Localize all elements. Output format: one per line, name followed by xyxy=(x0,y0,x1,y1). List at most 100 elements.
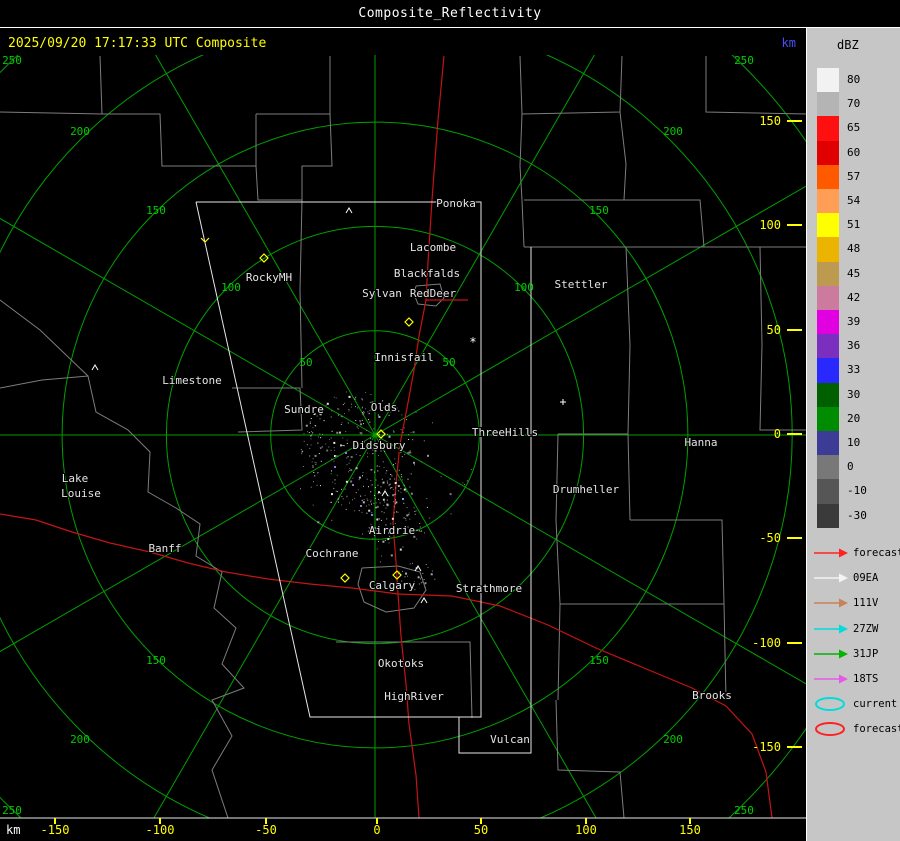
dbz-swatch xyxy=(817,334,839,359)
city-label: Airdrie xyxy=(369,524,415,537)
caret-symbol xyxy=(91,364,99,371)
dbz-swatch xyxy=(817,479,839,504)
bottom-axis-tick-label: 100 xyxy=(575,823,597,837)
dbz-swatch xyxy=(817,213,839,238)
city-label: Innisfail xyxy=(374,351,434,364)
dbz-swatch xyxy=(817,358,839,383)
city-label: Strathmore xyxy=(456,582,522,595)
city-label: ThreeHills xyxy=(472,426,538,439)
range-ring-label: 200 xyxy=(663,733,683,746)
map-content: 250 200 150 100 50 250 200 150 100 50 150 200 250 150… xyxy=(0,54,806,837)
dbz-swatch xyxy=(817,310,839,335)
range-ring-label: 150 xyxy=(589,204,609,217)
dbz-value-label: 36 xyxy=(847,339,861,353)
legend-panel: dBZ 80 70 65 60 57 54 51 48 45 42 39 36 33 30 20 10 0 -10… xyxy=(806,28,900,841)
city-label: Limestone xyxy=(162,374,222,387)
dbz-swatch xyxy=(817,68,839,93)
track-label: forecast xyxy=(853,723,900,736)
right-axis-tick-label: -50 xyxy=(759,531,781,545)
dbz-swatch xyxy=(817,406,839,431)
dbz-value-label: 48 xyxy=(847,242,861,256)
highway-lines xyxy=(0,55,773,818)
dbz-value-label: 45 xyxy=(847,266,861,280)
right-axis-tick-label: 150 xyxy=(759,114,781,128)
bottom-axis-tick-label: 50 xyxy=(474,823,488,837)
track-arrow-icon xyxy=(814,573,848,583)
bottom-axis-tick-label: -150 xyxy=(41,823,70,837)
track-legend-row: 27ZW xyxy=(813,621,878,637)
range-ring-label: 250 xyxy=(734,54,754,67)
city-label: Banff xyxy=(148,542,181,555)
track-label: 111V xyxy=(853,597,879,610)
km-unit-bottom-label: km xyxy=(6,823,20,837)
dbz-swatch xyxy=(817,237,839,262)
coverage-sector-outlines xyxy=(195,201,532,754)
dbz-value-label: -10 xyxy=(847,484,867,498)
dbz-swatch xyxy=(817,503,839,528)
radar-echoes xyxy=(300,391,473,591)
dbz-value-label: 39 xyxy=(847,315,861,328)
track-label: forecast xyxy=(853,547,900,559)
track-legend-row: 31JP xyxy=(813,646,878,662)
range-ring-label: 100 xyxy=(514,281,534,294)
city-label: Olds xyxy=(371,401,398,414)
dbz-value-label: 42 xyxy=(847,290,861,304)
dbz-swatch xyxy=(817,92,839,117)
dbz-value-label: 10 xyxy=(847,436,861,449)
range-ring-label: 250 xyxy=(734,804,754,817)
dbz-swatch xyxy=(817,116,839,141)
dbz-swatch xyxy=(817,164,839,189)
range-ring-label: 200 xyxy=(663,125,683,138)
city-label: Calgary xyxy=(369,579,416,592)
right-axis-tick-label: 0 xyxy=(774,427,781,441)
title-bar: Composite_Reflectivity xyxy=(0,0,900,28)
range-ring-label: 50 xyxy=(299,356,312,369)
right-axis-tick-label: 50 xyxy=(767,323,781,337)
range-ring-label: 250 xyxy=(2,54,22,67)
radar-map-canvas[interactable]: 250 200 150 100 50 250 200 150 100 50 150 200 250 150… xyxy=(0,28,806,841)
track-legend-row: 111V xyxy=(813,595,878,611)
right-axis: 150 100 50 0 -50 -100 -150 xyxy=(752,114,802,754)
track-arrow-icon xyxy=(814,674,848,684)
bottom-axis-tick-label: 0 xyxy=(373,823,380,837)
caret-symbol xyxy=(345,207,353,214)
timestamp-label: 2025/09/20 17:17:33 UTC Composite xyxy=(8,36,266,51)
dbz-value-label: 0 xyxy=(847,460,854,474)
dbz-value-label: 65 xyxy=(847,121,861,135)
range-ring-label: 150 xyxy=(589,654,609,667)
dbz-value-label: 57 xyxy=(847,169,861,183)
track-arrow-icon xyxy=(814,649,848,659)
track-legend-row: current xyxy=(813,696,897,712)
city-label: Blackfalds xyxy=(394,267,460,280)
range-ring-label: 100 xyxy=(221,281,241,294)
caret-symbol xyxy=(420,597,428,604)
legend-title: dBZ xyxy=(837,38,859,52)
dbz-value-label: 33 xyxy=(847,363,861,377)
track-legend-row: 18TS xyxy=(813,671,878,687)
city-label: Didsbury xyxy=(353,439,406,452)
bottom-axis: -150 -100 -50 0 50 100 150 xyxy=(0,817,806,837)
window-title: Composite_Reflectivity xyxy=(358,6,542,21)
asterisk-symbol: * xyxy=(469,335,476,349)
track-label: 31JP xyxy=(853,647,879,660)
track-label: 09EA xyxy=(853,572,879,585)
dbz-value-label: 80 xyxy=(847,73,861,86)
dbz-value-label: -30 xyxy=(847,508,867,522)
city-label: Sylvan xyxy=(362,287,402,300)
dbz-swatch xyxy=(817,382,839,407)
track-arrow-icon xyxy=(814,598,848,608)
dbz-swatch xyxy=(817,285,839,310)
track-label: current xyxy=(853,698,898,711)
city-label: Cochrane xyxy=(306,547,359,560)
range-ring-label: 200 xyxy=(70,733,90,746)
city-label: Stettler xyxy=(555,278,608,291)
right-axis-tick-label: -100 xyxy=(752,636,781,650)
bottom-axis-tick-label: 150 xyxy=(679,823,701,837)
track-legend-row: 09EA xyxy=(813,570,878,586)
storm-ellipse-icon xyxy=(815,697,845,712)
city-label: RedDeer xyxy=(410,287,457,300)
radar-application-window: Composite_Reflectivity 250 200 150 100 50 250… xyxy=(0,0,900,841)
dbz-swatch xyxy=(817,189,839,214)
city-label: Drumheller xyxy=(553,483,620,496)
track-legend-row: forecast xyxy=(813,545,900,561)
